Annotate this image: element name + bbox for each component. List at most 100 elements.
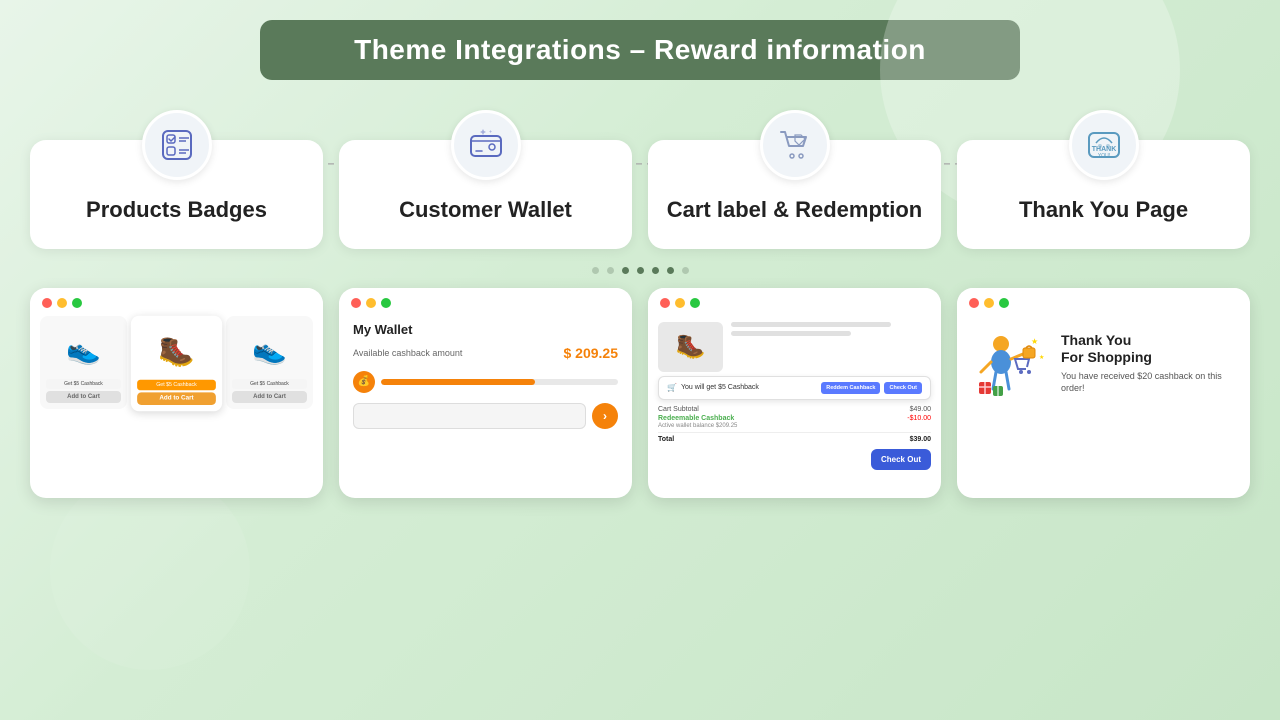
cart-summary: Cart Subtotal $49.00 Redeemable Cashback… [658, 406, 931, 443]
win-close-cart[interactable] [660, 298, 670, 308]
cart-product-area: 🥾 [658, 322, 931, 372]
page-title: Theme Integrations – Reward information [320, 34, 960, 66]
checkout-button-cart[interactable]: Check Out [884, 382, 922, 394]
cart-divider [658, 432, 931, 433]
wallet-balance-row: Available cashback amount $ 209.25 [353, 345, 618, 361]
cashback-badge-1: Get $5 Cashback [46, 379, 121, 389]
thank-you-title: Thank You Page [1019, 196, 1188, 225]
screenshot-customer-wallet: My Wallet Available cashback amount $ 20… [339, 288, 632, 498]
shopping-illustration: ★ ★ [971, 324, 1051, 404]
add-to-cart-2[interactable]: Add to Cart [137, 392, 216, 405]
win-max-cart[interactable] [690, 298, 700, 308]
thank-you-icon: THANK YOU! [1086, 127, 1122, 163]
cart-subtotal-label: Cart Subtotal [658, 406, 699, 413]
diagram-wrapper: Products Badges Customer Wallet [30, 140, 1250, 498]
wallet-input[interactable] [353, 403, 586, 429]
card-cart-redemption[interactable]: Cart label & Redemption [648, 140, 941, 249]
wallet-title: My Wallet [353, 322, 618, 337]
window-chrome-wallet [339, 288, 632, 316]
win-close-thankyou[interactable] [969, 298, 979, 308]
cashback-popup-text: You will get $5 Cashback [681, 384, 817, 391]
win-max-wallet[interactable] [381, 298, 391, 308]
screenshot-cart-redemption: 🥾 🛒 You will get $5 Cashback Reddem Cash… [648, 288, 941, 498]
dot-6 [667, 267, 674, 274]
window-chrome-products [30, 288, 323, 316]
cart-detail-line-2 [731, 331, 851, 336]
card-products-badges[interactable]: Products Badges [30, 140, 323, 249]
product-card-1: 👟 Get $5 Cashback Add to Cart [40, 316, 127, 409]
win-min-cart[interactable] [675, 298, 685, 308]
screenshot-products-badges: 👟 Get $5 Cashback Add to Cart 🥾 Get $5 C… [30, 288, 323, 498]
dot-3 [622, 267, 629, 274]
win-max-thankyou[interactable] [999, 298, 1009, 308]
win-max-products[interactable] [72, 298, 82, 308]
redeem-cashback-button[interactable]: Reddem Cashback [821, 382, 880, 394]
cart-cashback-value: -$10.00 [907, 415, 931, 429]
dot-1 [592, 267, 599, 274]
dot-5 [652, 267, 659, 274]
cashback-badge-3: Get $5 Cashback [232, 379, 307, 389]
add-to-cart-3[interactable]: Add to Cart [232, 391, 307, 403]
product-card-3: 👟 Get $5 Cashback Add to Cart [226, 316, 313, 409]
shoe-2: 🥾 [137, 322, 216, 380]
dot-2 [607, 267, 614, 274]
cart-total-row: Total $39.00 [658, 436, 931, 443]
cart-shoe-image: 🥾 [658, 322, 723, 372]
progress-bar-fill [381, 379, 535, 385]
top-cards-row: Products Badges Customer Wallet [30, 140, 1250, 249]
bg-decoration-2 [50, 470, 250, 670]
cart-detail-line-1 [731, 322, 891, 327]
cart-total-label: Total [658, 436, 674, 443]
thankyou-illustration: ★ ★ [971, 324, 1051, 404]
product-card-2: 🥾 Get $5 Cashback Add to Cart [131, 315, 222, 411]
thankyou-heading: Thank You For Shopping [1061, 332, 1236, 366]
cart-subtotal-value: $49.00 [910, 406, 931, 413]
thankyou-body: You have received $20 cashback on this o… [1061, 370, 1236, 395]
wallet-progress-area: 💰 [353, 371, 618, 393]
wallet-icon-sm: 💰 [353, 371, 375, 393]
win-close-wallet[interactable] [351, 298, 361, 308]
main-container: Theme Integrations – Reward information [0, 0, 1280, 720]
checkout-big-button[interactable]: Check Out [871, 449, 931, 470]
win-min-wallet[interactable] [366, 298, 376, 308]
thankyou-screenshot-content: ★ ★ Thank You For Shopping You have rece… [957, 316, 1250, 412]
products-badges-title: Products Badges [86, 196, 267, 225]
svg-text:YOU!: YOU! [1097, 153, 1109, 159]
cart-total-value: $39.00 [910, 436, 931, 443]
window-chrome-thankyou [957, 288, 1250, 316]
win-min-products[interactable] [57, 298, 67, 308]
wallet-icon [468, 127, 504, 163]
screenshot-thank-you: ★ ★ Thank You For Shopping You have rece… [957, 288, 1250, 498]
dot-separator [30, 267, 1250, 274]
win-min-thankyou[interactable] [984, 298, 994, 308]
svg-text:★: ★ [1031, 337, 1038, 346]
products-badges-icon-circle [142, 110, 212, 180]
cart-redemption-title: Cart label & Redemption [667, 196, 922, 225]
badge-icon [159, 127, 195, 163]
wallet-screenshot-content: My Wallet Available cashback amount $ 20… [339, 316, 632, 439]
customer-wallet-icon-circle [451, 110, 521, 180]
thankyou-text-block: Thank You For Shopping You have received… [1061, 332, 1236, 395]
cart-redemption-icon-circle [760, 110, 830, 180]
card-thank-you[interactable]: THANK YOU! Thank You Page [957, 140, 1250, 249]
thank-you-icon-circle: THANK YOU! [1069, 110, 1139, 180]
bottom-cards-row: 👟 Get $5 Cashback Add to Cart 🥾 Get $5 C… [30, 288, 1250, 498]
svg-text:THANK: THANK [1091, 146, 1116, 153]
cart-product-details [731, 322, 931, 340]
win-close-products[interactable] [42, 298, 52, 308]
products-screenshot-content: 👟 Get $5 Cashback Add to Cart 🥾 Get $5 C… [30, 316, 323, 417]
customer-wallet-title: Customer Wallet [399, 196, 572, 225]
wallet-go-button[interactable]: › [592, 403, 618, 429]
cart-icon [777, 127, 813, 163]
add-to-cart-1[interactable]: Add to Cart [46, 391, 121, 403]
shoe-3: 👟 [232, 322, 307, 377]
cart-screenshot-content: 🥾 🛒 You will get $5 Cashback Reddem Cash… [648, 316, 941, 451]
wallet-balance-label: Available cashback amount [353, 348, 462, 358]
window-chrome-cart [648, 288, 941, 316]
dot-7 [682, 267, 689, 274]
cart-cashback-row: Redeemable Cashback Active wallet balanc… [658, 415, 931, 429]
wallet-input-row: › [353, 403, 618, 429]
progress-bar [381, 379, 618, 385]
card-customer-wallet[interactable]: Customer Wallet [339, 140, 632, 249]
cart-cashback-label: Redeemable Cashback Active wallet balanc… [658, 415, 737, 429]
